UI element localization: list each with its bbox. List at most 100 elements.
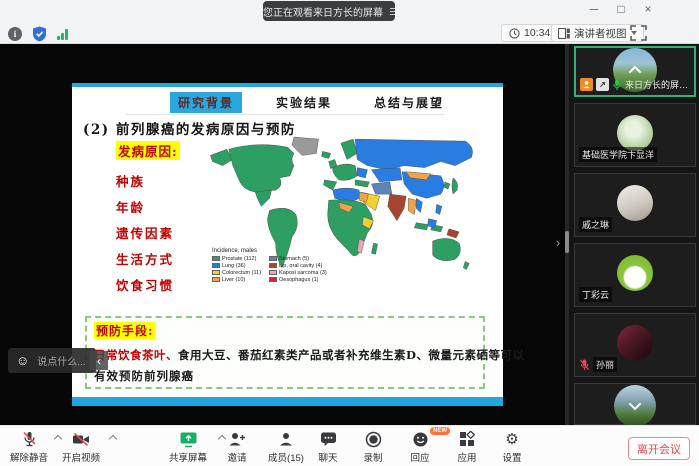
legend-label: Lip, oral cavity (4) [279,263,322,269]
next-slide-button[interactable]: › [551,231,565,253]
minimize-button[interactable]: ─ [587,2,601,16]
watching-banner[interactable]: 您正在观看来日方长的屏幕 [263,1,395,21]
map-australia [433,238,461,260]
map-legend: Incidence, males Prostate (112) Lung (36… [212,248,327,283]
legend-label: Lung (36) [222,263,246,269]
unmute-button[interactable]: 解除静音 [4,430,54,464]
participant-tile-partial[interactable] [574,383,696,425]
invite-icon [228,431,246,447]
participant-tile[interactable]: 戚之琳 [574,173,696,237]
list-icon[interactable] [390,8,395,15]
emoji-icon[interactable]: ☺ [16,354,29,367]
quick-chat-input[interactable]: ☺ 说点什么... [8,348,96,373]
chat-button[interactable]: 聊天 [310,430,346,464]
host-badge-icon [580,78,593,91]
participant-tile[interactable]: 孙丽 [574,313,696,377]
cause-item: 遗传因素 [116,223,174,242]
cause-item: 生活方式 [116,249,174,268]
invite-button[interactable]: 邀请 [218,430,256,464]
meeting-time: 10:34 [501,24,558,42]
presentation-slide: 研究背景 实验结果 总结与展望 (2) 前列腺癌的发病原因与预防 发病原因: 种… [72,83,503,406]
bottom-toolbar: 解除静音 开启视频 共享屏幕 邀请 成员(15) 聊天 录制 [0,425,699,466]
chevron-down-icon[interactable] [631,400,640,413]
chat-placeholder: 说点什么... [37,353,85,368]
shared-screen-stage: 研究背景 实验结果 总结与展望 (2) 前列腺癌的发病原因与预防 发病原因: 种… [0,44,568,425]
tab-underline [126,114,444,115]
members-label: 成员(15) [262,450,310,464]
slide-nav-tabs: 研究背景 实验结果 总结与展望 [170,92,452,113]
fullscreen-icon[interactable] [630,25,647,41]
legend-chip [212,263,220,268]
participant-name: 来日方长的屏幕... [625,78,691,91]
members-button[interactable]: 成员(15) [262,430,310,464]
avatar [617,115,653,151]
prevention-rest-text: 食用大豆、番茄红素类产品或者补充维生素D、微量元素硒等可以 [178,348,524,362]
time-text: 10:34 [524,27,550,39]
participant-tile[interactable]: 基础医学院卞显洋 [574,103,696,167]
close-button[interactable]: × [641,2,655,16]
watching-banner-text: 您正在观看来日方长的屏幕 [263,4,383,19]
share-screen-icon [179,431,198,448]
tab-summary-outlook[interactable]: 总结与展望 [366,92,452,113]
maximize-button[interactable]: □ [614,2,628,16]
cause-item: 饮食习惯 [116,275,174,294]
prevention-box: 预防手段: 日常饮食茶叶、食用大豆、番茄红素类产品或者补充维生素D、微量元素硒等… [85,316,485,389]
prevention-line2: 有效预防前列腺癌 [94,368,194,384]
participant-name: 戚之琳 [579,217,612,232]
causes-heading: 发病原因: [116,141,180,160]
map-russia [355,139,472,170]
chevron-right-icon: › [556,235,560,250]
reactions-label: 回应 [400,450,440,464]
leave-meeting-button[interactable]: 离开会议 [628,437,690,460]
legend-chip [269,270,277,275]
participant-tile[interactable]: 丁彩云 [574,243,696,307]
legend-chip [269,277,277,282]
avatar [617,255,653,291]
statusbar-right: 10:34 演讲者视图 [0,24,699,42]
participant-name: 丁彩云 [579,287,612,302]
tab-research-background[interactable]: 研究背景 [170,92,242,113]
view-mode-label: 演讲者视图 [574,26,627,41]
participant-tile-sharer[interactable]: ↗ 来日方长的屏幕... [574,46,696,97]
previous-slide-button[interactable]: ‹ [90,351,108,370]
layout-icon [558,28,570,39]
map-greenland [292,137,319,155]
record-icon [365,431,382,448]
share-screen-label: 共享屏幕 [162,450,214,464]
slide-body: 研究背景 实验结果 总结与展望 (2) 前列腺癌的发病原因与预防 发病原因: 种… [72,87,503,397]
legend-label: Stomach (5) [279,256,309,262]
share-screen-button[interactable]: 共享屏幕 [162,430,214,464]
prevention-line1: 日常饮食茶叶、食用大豆、番茄红素类产品或者补充维生素D、微量元素硒等可以 [94,347,524,363]
members-icon [278,431,294,447]
invite-label: 邀请 [218,450,256,464]
legend-label: Oesophagus (1) [279,277,318,283]
clock-icon [509,28,520,39]
gear-icon: ⚙ [505,432,518,447]
apps-icon [459,431,475,447]
mic-on-icon [612,79,622,91]
record-button[interactable]: 录制 [353,430,393,464]
participant-name: 孙丽 [593,357,617,372]
legend-label: Prostate (112) [222,256,256,262]
legend-chip [269,256,277,261]
window-controls: ─ □ × [587,2,655,16]
chevron-up-icon[interactable] [631,63,640,76]
avatar [617,185,653,221]
start-video-button[interactable]: 开启视频 [56,430,106,464]
apps-button[interactable]: 应用 [447,430,487,464]
video-options-chevron[interactable] [109,435,117,443]
screen-share-badge-icon: ↗ [596,78,609,91]
chat-label: 聊天 [310,450,346,464]
tab-experiment-results[interactable]: 实验结果 [268,92,340,113]
participant-name: 基础医学院卞显洋 [579,147,657,162]
map-europe [333,164,357,180]
participants-sidebar: ↗ 来日方长的屏幕... 基础医学院卞显洋 戚之琳 丁彩云 孙丽 [569,44,699,425]
settings-button[interactable]: ⚙ 设置 [492,430,532,464]
unmute-label: 解除静音 [4,450,54,464]
reactions-button[interactable]: NEW 回应 [400,430,440,464]
legend-chip [212,270,220,275]
avatar [617,325,653,361]
start-video-label: 开启视频 [56,450,106,464]
legend-chip [212,256,220,261]
legend-label: Liver (10) [222,277,245,283]
